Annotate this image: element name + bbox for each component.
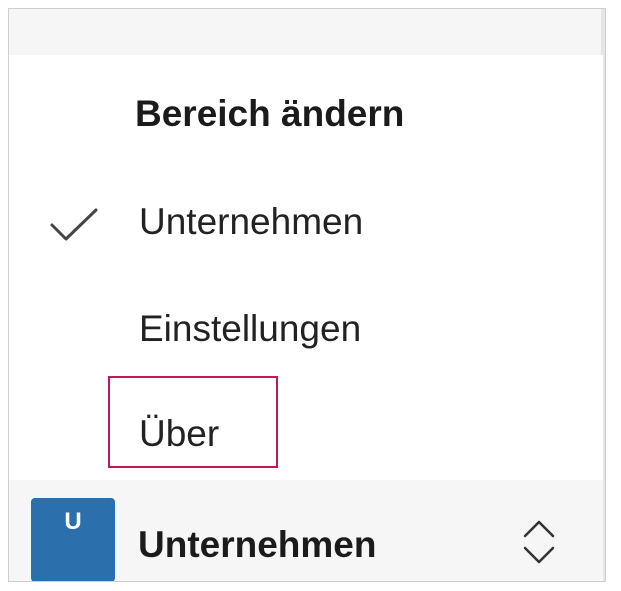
current-scope-label: Unternehmen [138, 524, 377, 565]
scope-switcher-button[interactable]: U Unternehmen [9, 480, 603, 581]
menu-item-einstellungen[interactable]: Einstellungen [9, 286, 603, 376]
menu-item-label: Einstellungen [139, 308, 362, 349]
checkmark-icon [50, 208, 98, 241]
menu-item-label: Über [139, 413, 220, 454]
menu-item-unternehmen[interactable]: Unternehmen [9, 179, 603, 269]
menu-heading: Bereich ändern [135, 93, 405, 134]
scope-menu: Bereich ändern Unternehmen Einstellungen… [9, 55, 603, 480]
chevron-up-down-icon [523, 520, 555, 564]
app-window: Bereich ändern Unternehmen Einstellungen… [8, 8, 606, 582]
menu-item-ueber[interactable]: Über [9, 391, 603, 481]
avatar: U [31, 498, 115, 581]
menu-item-label: Unternehmen [139, 201, 364, 242]
screenshot-frame: Bereich ändern Unternehmen Einstellungen… [0, 0, 621, 591]
